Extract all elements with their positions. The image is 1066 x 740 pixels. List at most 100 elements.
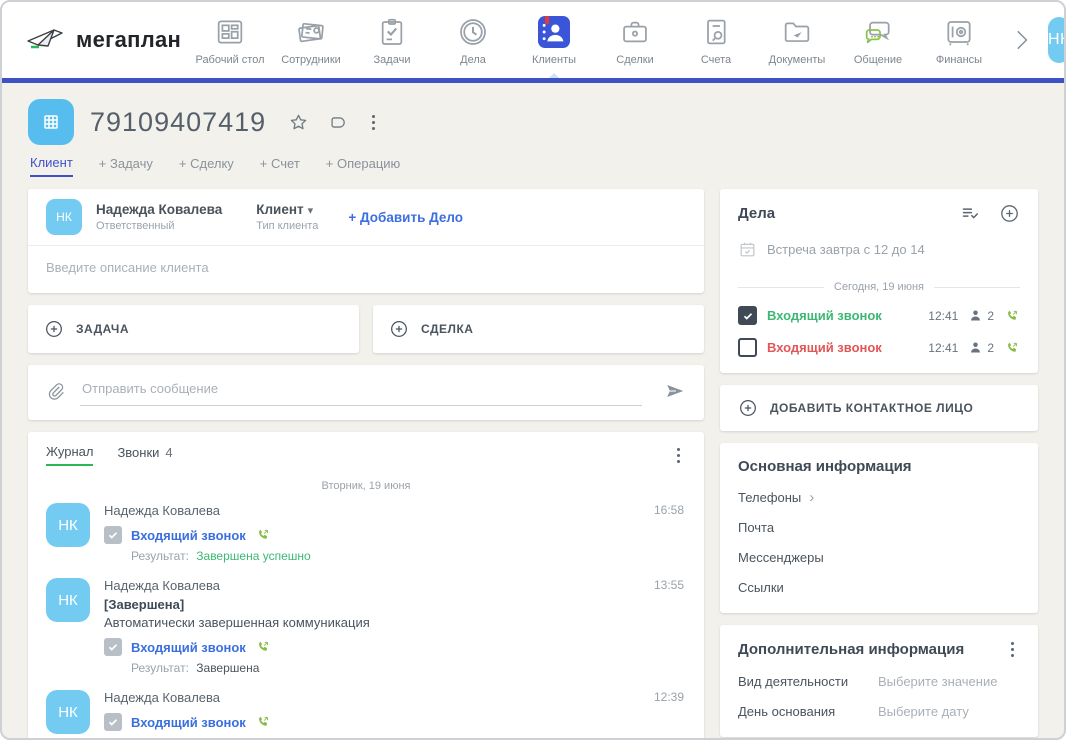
avatar[interactable]: НК [46, 690, 90, 734]
nav-item-employees[interactable]: Сотрудники [275, 15, 347, 66]
brand-name: мегаплан [76, 27, 181, 53]
responsible-avatar[interactable]: НК [46, 199, 82, 235]
client-entity-icon [28, 99, 74, 145]
plus-circle-icon [389, 319, 409, 339]
case-checkbox-unchecked[interactable] [738, 338, 757, 357]
avatar[interactable]: НК [46, 578, 90, 622]
tab-calls[interactable]: Звонки 4 [117, 445, 172, 465]
responsible-name[interactable]: Надежда Ковалева [96, 202, 222, 217]
briefcase-icon [618, 15, 652, 49]
nav-item-clients[interactable]: Клиенты [518, 15, 590, 66]
message-input[interactable] [80, 375, 642, 406]
star-icon[interactable] [288, 112, 309, 133]
message-composer [28, 365, 704, 420]
incoming-call-link[interactable]: Входящий звонок [131, 715, 246, 730]
phone-call-icon[interactable] [1004, 340, 1020, 356]
send-message-icon[interactable] [664, 380, 686, 402]
nav-item-communication[interactable]: Общение [842, 15, 914, 66]
add-task-button[interactable]: ЗАДАЧА [28, 305, 359, 353]
tab-add-operation[interactable]: + Операцию [326, 156, 401, 176]
tab-add-invoice[interactable]: + Счет [260, 156, 300, 176]
entry-author[interactable]: Надежда Ковалева [104, 690, 686, 705]
nav-item-documents[interactable]: Документы [761, 15, 833, 66]
extra-info-panel: Дополнительная информация Вид деятельнос… [720, 625, 1038, 737]
add-case-link[interactable]: + Добавить Дело [348, 210, 463, 225]
journal-kebab-menu-icon[interactable] [671, 446, 686, 465]
tag-icon[interactable] [327, 112, 348, 133]
activity-type-select[interactable]: Выберите значение [878, 674, 997, 689]
tab-add-deal[interactable]: + Сделку [179, 156, 234, 176]
person-icon [968, 308, 983, 323]
top-navigation: мегаплан Рабочий стол [2, 2, 1064, 83]
entry-time: 12:39 [654, 690, 684, 704]
nav-more-chevron-icon[interactable] [1008, 27, 1034, 53]
result-value: Завершена успешно [196, 549, 310, 563]
main-info-title: Основная информация [738, 458, 1020, 475]
nav-label: Документы [769, 54, 826, 66]
add-deal-button[interactable]: СДЕЛКА [373, 305, 704, 353]
client-type-value[interactable]: Клиент [256, 202, 303, 217]
call-checkbox[interactable] [104, 713, 122, 731]
phone-call-icon[interactable] [1004, 308, 1020, 324]
tab-client[interactable]: Клиент [30, 155, 73, 177]
app-window: мегаплан Рабочий стол [0, 0, 1066, 740]
tab-add-task[interactable]: + Задачу [99, 156, 153, 176]
client-description-field[interactable]: Введите описание клиента [28, 245, 704, 293]
incoming-call-link[interactable]: Входящий звонок [131, 528, 246, 543]
entry-status: [Завершена] [104, 597, 686, 612]
client-type-block[interactable]: Клиент▾ Тип клиента [256, 202, 318, 232]
add-task-label: ЗАДАЧА [76, 322, 129, 336]
info-row-links[interactable]: Ссылки [738, 580, 1020, 595]
case-checkbox-checked[interactable] [738, 306, 757, 325]
entry-author[interactable]: Надежда Ковалева [104, 578, 686, 593]
entry-time: 16:58 [654, 503, 684, 517]
founding-day-datepicker[interactable]: Выберите дату [878, 704, 969, 719]
scheduled-case[interactable]: Встреча завтра с 12 до 14 [738, 240, 1020, 259]
plus-circle-icon [44, 319, 64, 339]
nav-item-cases[interactable]: Дела [437, 15, 509, 66]
list-check-icon[interactable] [960, 203, 981, 224]
result-label: Результат: [131, 736, 189, 740]
info-row-email[interactable]: Почта [738, 520, 1020, 535]
entry-author[interactable]: Надежда Ковалева [104, 503, 686, 518]
add-contact-button[interactable]: ДОБАВИТЬ КОНТАКТНОЕ ЛИЦО [720, 385, 1038, 431]
nav-label: Клиенты [532, 54, 576, 66]
call-checkbox[interactable] [104, 638, 122, 656]
case-time: 12:41 [928, 341, 958, 355]
extra-info-kebab-menu-icon[interactable] [1005, 640, 1020, 659]
case-time: 12:41 [928, 309, 958, 323]
journal-tabs: Журнал Звонки 4 [46, 444, 686, 466]
nav-item-tasks[interactable]: Задачи [356, 15, 428, 66]
nav-label: Сотрудники [281, 54, 341, 66]
today-divider: Сегодня, 19 июня [738, 281, 1020, 293]
paper-plane-logo-icon [24, 25, 68, 55]
nav-item-finances[interactable]: Финансы [923, 15, 995, 66]
dashboard-icon [213, 15, 247, 49]
user-avatar[interactable]: НК [1048, 17, 1066, 63]
attach-file-icon[interactable] [46, 381, 66, 401]
case-link[interactable]: Входящий звонок [767, 340, 882, 355]
nav-item-dashboard[interactable]: Рабочий стол [194, 15, 266, 66]
info-row-phones[interactable]: Телефоны › [738, 490, 1020, 505]
nav-item-deals[interactable]: Сделки [599, 15, 671, 66]
clients-icon [537, 15, 571, 49]
nav-label: Задачи [374, 54, 411, 66]
entry-status-note: Автоматически завершенная коммуникация [104, 615, 686, 630]
avatar[interactable]: НК [46, 503, 90, 547]
calls-count: 4 [165, 445, 172, 460]
participants-count: 2 [968, 340, 994, 355]
calendar-check-icon [738, 240, 757, 259]
journal-entry: НК Надежда Ковалева [Завершена] Автомати… [46, 569, 686, 681]
page-kebab-menu-icon[interactable] [366, 113, 381, 132]
megaplan-logo[interactable]: мегаплан [24, 25, 194, 55]
result-label: Результат: [131, 661, 189, 675]
tab-journal[interactable]: Журнал [46, 444, 93, 466]
case-link[interactable]: Входящий звонок [767, 308, 882, 323]
call-checkbox[interactable] [104, 526, 122, 544]
main-content: 79109407419 Клиент + Задачу + Сделку + С… [2, 83, 1064, 740]
nav-item-invoices[interactable]: Счета [680, 15, 752, 66]
add-case-icon[interactable] [999, 203, 1020, 224]
info-row-messengers[interactable]: Мессенджеры [738, 550, 1020, 565]
add-contact-label: ДОБАВИТЬ КОНТАКТНОЕ ЛИЦО [770, 401, 973, 415]
incoming-call-link[interactable]: Входящий звонок [131, 640, 246, 655]
